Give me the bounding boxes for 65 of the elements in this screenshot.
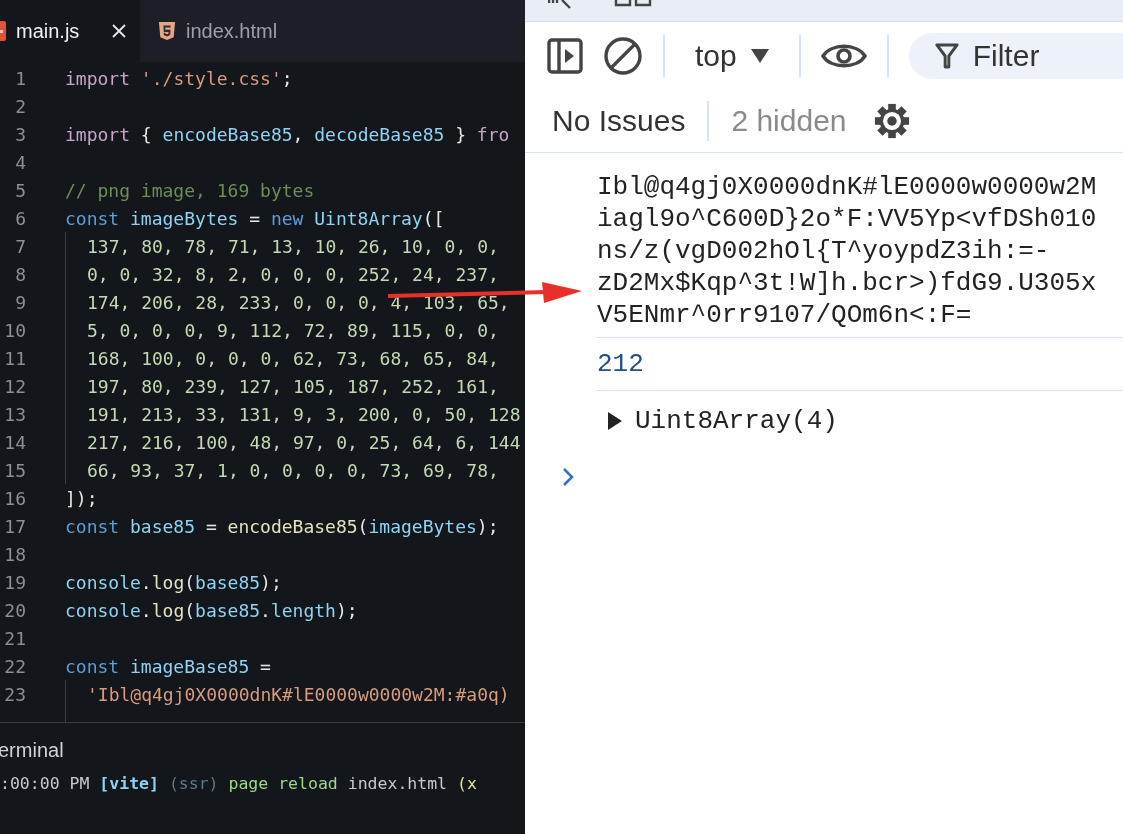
line-number: 5 bbox=[14, 179, 26, 201]
line-number: 9 bbox=[14, 291, 26, 313]
code-line: console.log(base85); bbox=[65, 570, 282, 595]
code-line: import { encodeBase85, decodeBase85 } fro bbox=[65, 122, 510, 147]
code-line: console.log(base85.length); bbox=[65, 598, 358, 623]
line-number: 23 bbox=[3, 683, 26, 705]
log-text: ns/z(vgD002hOl{T^yoypdZ3ih:=- bbox=[597, 235, 1051, 267]
line-number: 4 bbox=[14, 151, 26, 173]
close-icon[interactable] bbox=[112, 24, 126, 38]
terminal-output: :00:00 PM [vite] (ssr) page reload index.html (x bbox=[0, 774, 478, 793]
line-number: 12 bbox=[3, 375, 26, 397]
code-line: const base85 = encodeBase85(imageBytes); bbox=[65, 514, 499, 539]
code-line: 66, 93, 37, 1, 0, 0, 0, 0, 73, 69, 78, bbox=[87, 458, 499, 483]
hidden-count: 2 hidden bbox=[731, 104, 847, 138]
code-line: const imageBytes = new Uint8Array([ bbox=[65, 206, 445, 231]
code-line: 197, 80, 239, 127, 105, 187, 252, 161, bbox=[87, 374, 499, 399]
line-number: 21 bbox=[3, 627, 26, 649]
code-line: const imageBase85 = bbox=[65, 654, 271, 679]
line-number: 15 bbox=[3, 459, 26, 481]
html-file-icon bbox=[158, 21, 176, 41]
line-number: 3 bbox=[14, 123, 26, 145]
code-line: 137, 80, 78, 71, 13, 10, 26, 10, 0, 0, bbox=[87, 234, 499, 259]
code-line: 0, 0, 32, 8, 2, 0, 0, 0, 252, 24, 237, bbox=[87, 262, 499, 287]
code-line: 168, 100, 0, 0, 0, 62, 73, 68, 65, 84, bbox=[87, 346, 499, 371]
line-number: 17 bbox=[3, 515, 26, 537]
line-number: 22 bbox=[3, 655, 26, 677]
code-line: 191, 213, 33, 131, 9, 3, 200, 0, 50, 128 bbox=[87, 402, 521, 427]
log-text: iagl9o^C600D}2o*F:VV5Yp<vfDSh010 bbox=[597, 203, 1098, 235]
caret-icon bbox=[750, 49, 769, 63]
line-number: 20 bbox=[3, 599, 26, 621]
code-line: 'Ibl@q4gj0X0000dnK#lE0000w0000w2M:#a0q) bbox=[87, 682, 510, 707]
line-number: 13 bbox=[3, 403, 26, 425]
code-line: import './style.css'; bbox=[65, 66, 293, 91]
device-icon[interactable] bbox=[614, 0, 654, 8]
line-number: 16 bbox=[3, 487, 26, 509]
log-number: 212 bbox=[597, 349, 644, 379]
line-number: 14 bbox=[3, 431, 26, 453]
log-object[interactable]: Uint8Array(4) bbox=[635, 406, 838, 436]
expand-icon[interactable] bbox=[607, 412, 623, 430]
code-line: 5, 0, 0, 0, 9, 112, 72, 89, 115, 0, 0, bbox=[87, 318, 499, 343]
code-line: // png image, 169 bytes bbox=[65, 178, 315, 203]
issues-status[interactable]: No Issues bbox=[552, 104, 686, 138]
line-number: 8 bbox=[14, 263, 26, 285]
prompt-chevron-icon[interactable] bbox=[562, 467, 574, 487]
filter-icon bbox=[934, 42, 959, 70]
line-number: 1 bbox=[14, 67, 26, 89]
code-line: ]); bbox=[65, 486, 98, 511]
editor-tab[interactable]: main.js bbox=[0, 0, 140, 62]
line-number: 18 bbox=[3, 543, 26, 565]
line-number: 7 bbox=[14, 235, 26, 257]
log-text: zD2Mx$Kqp^3t!W]h.bcr>)fdG9.U305x bbox=[597, 267, 1098, 299]
clear-icon[interactable] bbox=[603, 36, 643, 76]
filter-field[interactable]: Filter bbox=[908, 33, 1123, 79]
code-line: 217, 216, 100, 48, 97, 0, 25, 64, 6, 144 bbox=[87, 430, 521, 455]
context-dropdown[interactable]: top bbox=[685, 39, 779, 73]
line-number: 19 bbox=[3, 571, 26, 593]
line-number: 11 bbox=[3, 347, 26, 369]
log-text: V5ENmr^0rr9107/QOm6n<:F= bbox=[597, 299, 973, 331]
sidebar-toggle-icon[interactable] bbox=[547, 38, 583, 74]
settings-icon[interactable] bbox=[872, 102, 911, 140]
line-number: 2 bbox=[14, 95, 26, 117]
line-number: 10 bbox=[3, 319, 26, 341]
log-text: Ibl@q4gj0X0000dnK#lE0000w0000w2M bbox=[597, 171, 1098, 203]
inspect-icon[interactable] bbox=[548, 0, 572, 10]
line-number: 6 bbox=[14, 207, 26, 229]
